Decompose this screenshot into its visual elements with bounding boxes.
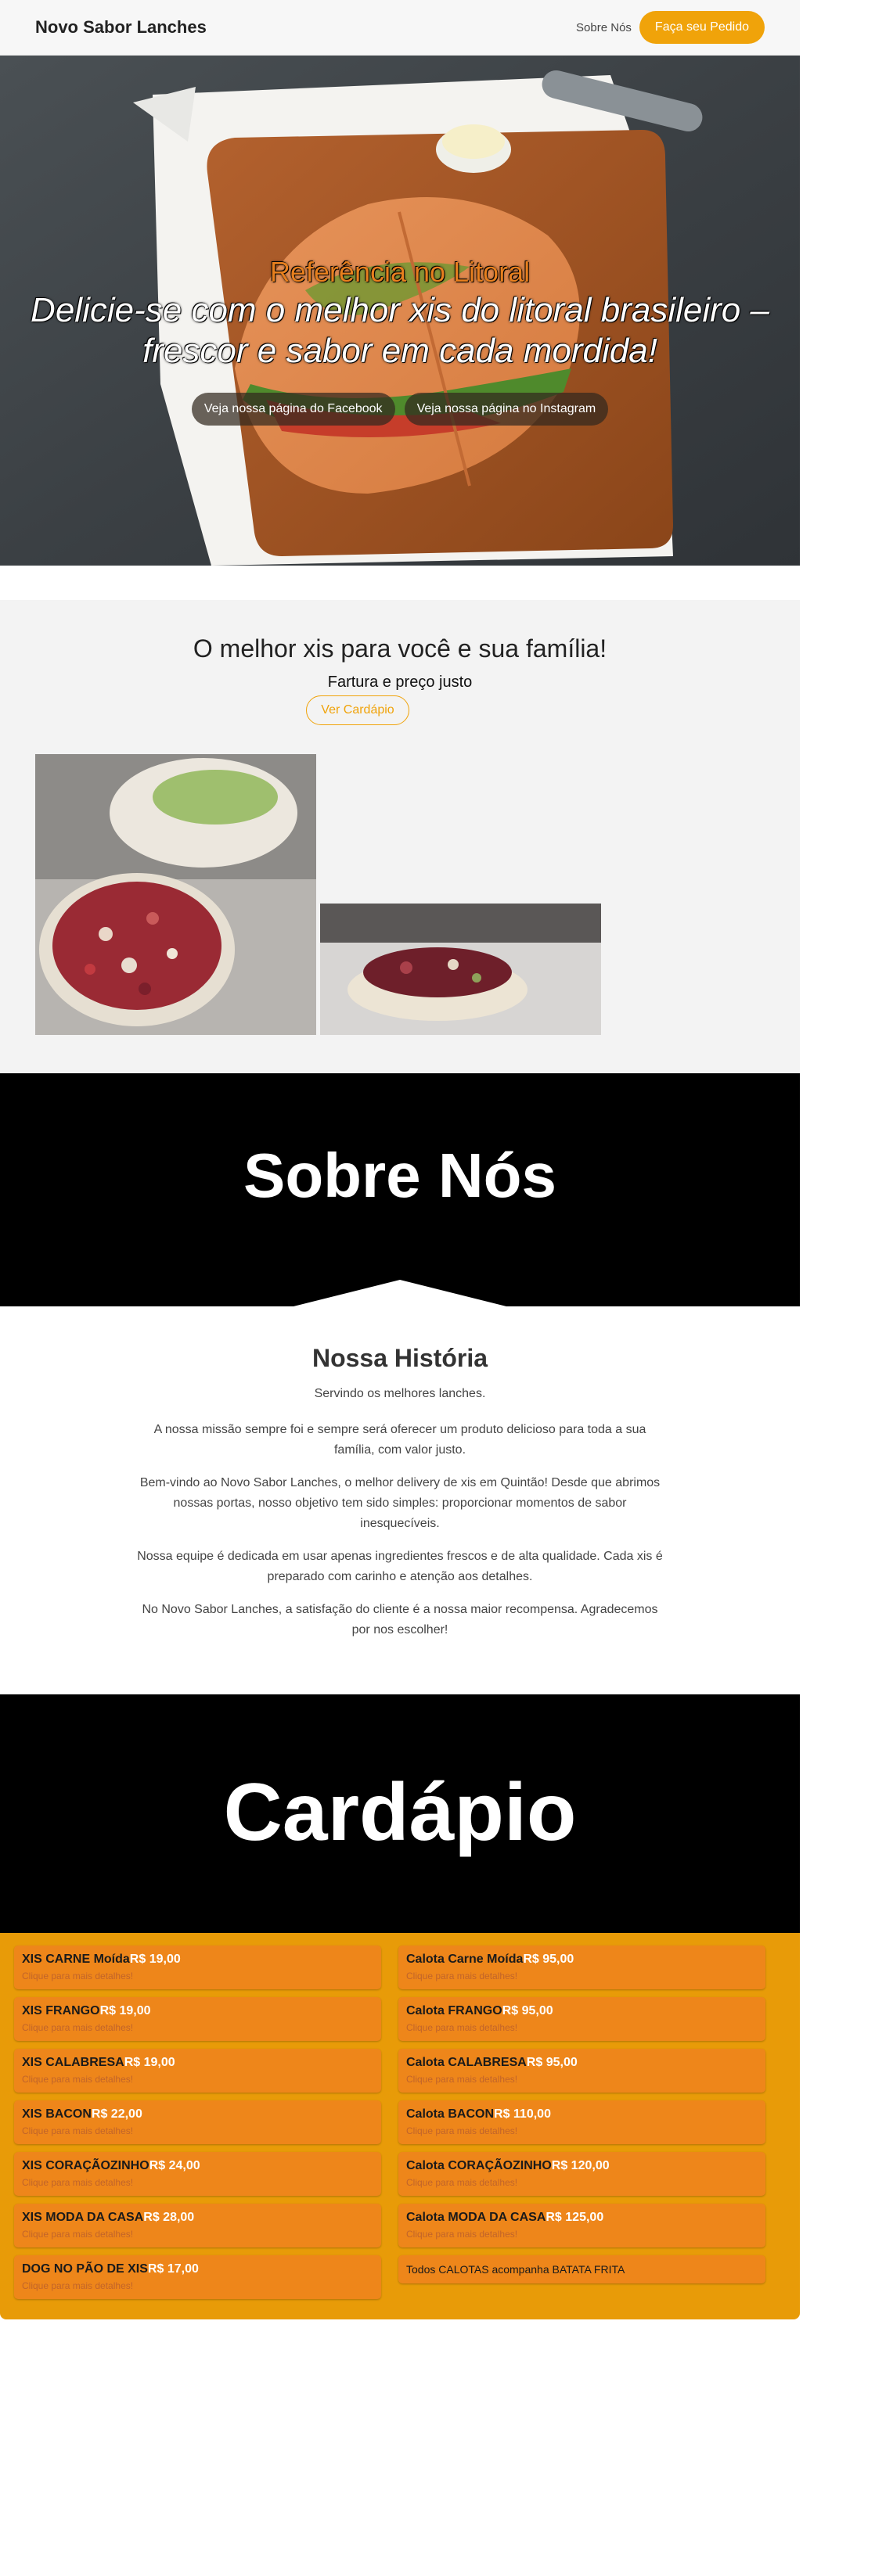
menu-item-price: R$ 95,00 (523, 1953, 574, 1966)
menu-item-name: Calota BACON (406, 2107, 495, 2121)
menu-item-price: R$ 28,00 (143, 2211, 195, 2224)
menu-item-hint: Clique para mais detalhes! (22, 2074, 134, 2085)
nav-link-about[interactable]: Sobre Nós (576, 21, 632, 34)
menu-item-price: R$ 120,00 (551, 2159, 610, 2172)
menu-item-name: XIS CALABRESA (22, 2056, 124, 2069)
about-banner: Sobre Nós (0, 1073, 800, 1306)
menu-item-card[interactable]: Calota FRANGOR$ 95,00 Clique para mais d… (398, 1997, 765, 2041)
story-paragraph: No Novo Sabor Lanches, a satisfação do c… (142, 1603, 658, 1636)
menu-item-card[interactable]: XIS CORAÇÃOZINHOR$ 24,00 Clique para mai… (14, 2152, 381, 2196)
about-banner-title: Sobre Nós (243, 1141, 557, 1210)
xis-photo-1 (35, 754, 316, 1035)
menu-banner: Cardápio (0, 1694, 800, 1933)
menu-column-xis: XIS CARNE MoídaR$ 19,00 Clique para mais… (14, 1945, 381, 2307)
menu-item-card[interactable]: Calota CORAÇÃOZINHOR$ 120,00 Clique para… (398, 2152, 765, 2196)
hero-kicker: Referência no Litoral (269, 256, 531, 288)
story-subline: Servindo os melhores lanches. (314, 1387, 486, 1400)
menu-item-name: XIS BACON (22, 2107, 92, 2121)
menu-item-price: R$ 95,00 (526, 2056, 578, 2069)
menu-item-price: R$ 19,00 (99, 2004, 151, 2017)
promo-subtitle: Fartura e preço justo (327, 674, 473, 691)
menu-item-hint: Clique para mais detalhes! (406, 2074, 518, 2085)
view-menu-button[interactable]: Ver Cardápio (306, 695, 409, 725)
menu-item-card[interactable]: Calota CALABRESAR$ 95,00 Clique para mai… (398, 2049, 765, 2093)
menu-item-card[interactable]: XIS FRANGOR$ 19,00 Clique para mais deta… (14, 1997, 381, 2041)
menu-item-name: Calota CORAÇÃOZINHO (406, 2159, 552, 2172)
story-paragraph: Nossa equipe é dedicada em usar apenas i… (137, 1550, 663, 1583)
menu-item-card[interactable]: XIS MODA DA CASAR$ 28,00 Clique para mai… (14, 2204, 381, 2247)
menu-item-name: Calota MODA DA CASA (406, 2211, 546, 2224)
instagram-page-button[interactable]: Veja nossa página no Instagram (404, 393, 609, 426)
menu-item-card[interactable]: XIS CARNE MoídaR$ 19,00 Clique para mais… (14, 1945, 381, 1989)
menu-item-hint: Clique para mais detalhes! (22, 2280, 134, 2291)
menu-item-name: Calota Carne Moída (406, 1953, 524, 1966)
menu-item-name: XIS CORAÇÃOZINHO (22, 2159, 149, 2172)
calota-fries-note: Todos CALOTAS acompanha BATATA FRITA (398, 2255, 765, 2283)
menu-item-card[interactable]: Calota MODA DA CASAR$ 125,00 Clique para… (398, 2204, 765, 2247)
menu-item-card[interactable]: DOG NO PÃO DE XISR$ 17,00 Clique para ma… (14, 2255, 381, 2299)
story-paragraph: Bem-vindo ao Novo Sabor Lanches, o melho… (139, 1476, 661, 1530)
promo-title: O melhor xis para você e sua família! (193, 634, 607, 663)
story-heading: Nossa História (311, 1344, 488, 1372)
menu-item-hint: Clique para mais detalhes! (22, 2229, 134, 2240)
menu-item-hint: Clique para mais detalhes! (406, 2125, 518, 2136)
nav-links: Sobre Nós Faça seu Pedido (576, 11, 765, 44)
menu-item-hint: Clique para mais detalhes! (406, 2229, 518, 2240)
menu-item-hint: Clique para mais detalhes! (22, 2125, 134, 2136)
menu-item-price: R$ 19,00 (129, 1953, 181, 1966)
story-paragraph: A nossa missão sempre foi e sempre será … (153, 1423, 646, 1457)
order-button[interactable]: Faça seu Pedido (639, 11, 765, 44)
hero-headline: Delicie-se com o melhor xis do litoral b… (31, 291, 769, 370)
menu-item-name: XIS CARNE Moída (22, 1953, 130, 1966)
menu-item-name: XIS MODA DA CASA (22, 2211, 144, 2224)
xis-photo-2 (320, 904, 601, 1035)
menu-item-price: R$ 19,00 (124, 2056, 175, 2069)
menu-item-price: R$ 24,00 (149, 2159, 200, 2172)
menu-item-name: DOG NO PÃO DE XIS (22, 2262, 148, 2276)
menu-item-hint: Clique para mais detalhes! (22, 1971, 134, 1981)
navbar: Novo Sabor Lanches Sobre Nós Faça seu Pe… (0, 0, 800, 56)
menu-item-card[interactable]: Calota BACONR$ 110,00 Clique para mais d… (398, 2100, 765, 2144)
menu-item-hint: Clique para mais detalhes! (406, 1971, 518, 1981)
hero-section: Referência no Litoral Delicie-se com o m… (0, 56, 800, 566)
menu-item-hint: Clique para mais detalhes! (22, 2022, 134, 2033)
menu-item-name: Calota FRANGO (406, 2004, 502, 2017)
banner-chevron-divider (0, 1280, 800, 1306)
menu-item-card[interactable]: XIS BACONR$ 22,00 Clique para mais detal… (14, 2100, 381, 2144)
menu-item-name: XIS FRANGO (22, 2004, 100, 2017)
menu-item-name: Calota CALABRESA (406, 2056, 527, 2069)
menu-column-calota: Calota Carne MoídaR$ 95,00 Clique para m… (398, 1945, 765, 2283)
menu-item-card[interactable]: Calota Carne MoídaR$ 95,00 Clique para m… (398, 1945, 765, 1989)
facebook-page-button[interactable]: Veja nossa página do Facebook (191, 393, 395, 426)
menu-item-card[interactable]: XIS CALABRESAR$ 19,00 Clique para mais d… (14, 2049, 381, 2093)
story-section: Nossa História Servindo os melhores lanc… (0, 1306, 800, 1640)
menu-item-hint: Clique para mais detalhes! (406, 2177, 518, 2188)
menu-item-price: R$ 22,00 (91, 2107, 142, 2121)
hero-buttons: Veja nossa página do Facebook Veja nossa… (0, 393, 800, 426)
menu-item-hint: Clique para mais detalhes! (22, 2177, 134, 2188)
menu-section: XIS CARNE MoídaR$ 19,00 Clique para mais… (0, 1933, 800, 2319)
menu-item-price: R$ 125,00 (546, 2211, 604, 2224)
menu-item-price: R$ 110,00 (494, 2107, 551, 2121)
menu-item-price: R$ 17,00 (147, 2262, 199, 2276)
promo-section: O melhor xis para você e sua família! Fa… (0, 600, 800, 1073)
menu-item-price: R$ 95,00 (502, 2004, 553, 2017)
brand-logo-text[interactable]: Novo Sabor Lanches (35, 17, 207, 38)
hero-text-block: Referência no Litoral Delicie-se com o m… (0, 256, 800, 426)
menu-banner-title: Cardápio (223, 1767, 577, 1858)
menu-item-hint: Clique para mais detalhes! (406, 2022, 518, 2033)
